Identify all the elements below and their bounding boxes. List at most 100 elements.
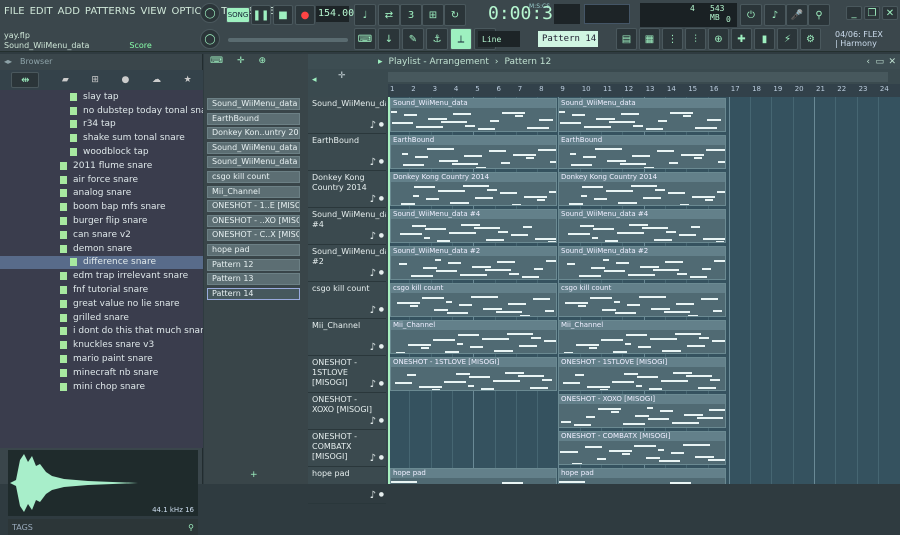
time-display[interactable]: 0:00:33 [488, 3, 564, 24]
browser-item[interactable]: great value no lie snare [0, 297, 203, 311]
plugin-tab-icon[interactable]: ⊞ [91, 75, 99, 85]
menu-file[interactable]: FILE [4, 6, 25, 17]
mute-toggle[interactable]: ● [379, 157, 384, 167]
pencil-icon[interactable]: ✛ [338, 71, 346, 81]
close-icon[interactable]: ✕ [882, 6, 898, 20]
menu-view[interactable]: VIEW [141, 6, 167, 17]
browser-item[interactable]: woodblock tap [0, 145, 203, 159]
pattern-selector[interactable]: Pattern 14 [538, 31, 598, 47]
time-scrollbar[interactable] [388, 72, 888, 82]
browser-item[interactable]: fnf tutorial snare [0, 283, 203, 297]
mute-toggle[interactable]: ● [379, 342, 384, 352]
search-icon[interactable]: ⚲ [188, 523, 194, 532]
pause-icon[interactable]: ❚❚ [251, 5, 271, 25]
track-header[interactable]: csgo kill count ♪ ● [308, 282, 386, 319]
all-files-icon[interactable]: ⇹ [11, 72, 40, 88]
browser-item[interactable]: r34 tap [0, 118, 203, 132]
playlist-window-icon[interactable]: ▤ [616, 28, 637, 50]
playlist-clip[interactable]: EarthBound [390, 135, 557, 169]
menu-patterns[interactable]: PATTERNS [85, 6, 136, 17]
track-header[interactable]: Mii_Channel ♪ ● [308, 319, 386, 356]
browser-item[interactable]: shake sum tonal snare [0, 131, 203, 145]
playlist-clip[interactable]: EarthBound [558, 135, 726, 169]
track-header[interactable]: ONESHOT - XOXO [MISOGI] ♪ ● [308, 393, 386, 430]
playlist-clip[interactable]: hope pad [390, 468, 557, 484]
pattern-item[interactable]: ONESHOT - ..XO [MISOGI] [207, 214, 300, 227]
playlist-clip[interactable]: ONESHOT - 1STLOVE [MISOGI] [390, 357, 557, 391]
add-icon[interactable]: ✛ [237, 56, 245, 66]
pattern-item[interactable]: Pattern 14 [207, 287, 300, 300]
wait-input-icon[interactable]: ⇄ [378, 4, 400, 26]
playlist-close-icon[interactable]: ✕ [888, 57, 896, 67]
browser-item[interactable]: grilled snare [0, 311, 203, 325]
snap-select[interactable]: Line [478, 31, 520, 47]
playlist-clip[interactable]: hope pad [558, 468, 726, 484]
minimize-icon[interactable]: _ [846, 6, 862, 20]
playlist-clip[interactable]: csgo kill count [558, 283, 726, 317]
pattern-item[interactable]: Sound_WiiMenu_data #2 [207, 156, 300, 169]
tempo-display[interactable]: 154.000 [316, 6, 360, 22]
mute-toggle[interactable]: ● [379, 490, 384, 500]
playlist-clip[interactable]: Donkey Kong Country 2014 [390, 172, 557, 206]
track-header[interactable]: Sound_WiiMenu_data ♪● [308, 97, 386, 134]
typing-icon[interactable]: ↓ [378, 28, 400, 50]
browser-item[interactable]: i dont do this that much snare [0, 325, 203, 339]
mute-toggle[interactable]: ● [379, 120, 384, 130]
restore-icon[interactable]: ❐ [864, 6, 880, 20]
playlist-clip[interactable]: Sound_WiiMenu_data #4 [390, 209, 557, 243]
browser-item[interactable]: slay tap [0, 90, 203, 104]
browser-item[interactable]: difference snare [0, 255, 203, 270]
playlist-clip[interactable]: ONESHOT - 1STLOVE [MISOGI] [558, 357, 726, 391]
playlist-minimize-icon[interactable]: ▭ [875, 57, 884, 67]
playlist-clip[interactable]: Sound_WiiMenu_data [558, 98, 726, 132]
folder-tab-icon[interactable]: ▰ [62, 75, 69, 85]
tools-icon[interactable]: ⚙ [800, 28, 821, 50]
power-icon[interactable]: ⏻ [740, 4, 762, 26]
piano-roll-icon[interactable]: ▦ [639, 28, 660, 50]
master-volume-knob[interactable]: ◯ [200, 3, 220, 23]
pattern-item[interactable]: Donkey Kon..untry 2014 [207, 127, 300, 140]
track-header[interactable]: hope pad ♪ ● [308, 467, 386, 504]
blend-notes-icon[interactable]: ⊞ [422, 4, 444, 26]
plugin-picker-icon[interactable]: ⊕ [708, 28, 729, 50]
master-pitch-knob[interactable]: ◯ [200, 29, 220, 49]
mute-toggle[interactable]: ● [379, 453, 384, 463]
playlist-clip[interactable]: Mii_Channel [558, 320, 726, 354]
pattern-item[interactable]: Sound_WiiMenu_data [207, 98, 300, 110]
track-header[interactable]: ONESHOT - 1STLOVE [MISOGI] ♪ ● [308, 356, 386, 393]
pattern-item[interactable]: csgo kill count [207, 171, 300, 183]
mic-icon[interactable]: 🎤 [786, 4, 808, 26]
menu-edit[interactable]: EDIT [30, 6, 53, 17]
pattern-item[interactable]: Sound_WiiMenu_data #4 [207, 141, 300, 154]
loop-record-icon[interactable]: ↻ [444, 4, 466, 26]
pattern-item[interactable]: Mii_Channel [207, 185, 300, 198]
playlist-grid[interactable]: Sound_WiiMenu_data Sound_WiiMenu_data Eart… [388, 97, 900, 484]
browser-item[interactable]: knuckles snare v3 [0, 338, 203, 352]
playlist-clip[interactable]: ONESHOT - COMBATX [MISOGI] [558, 431, 726, 465]
mute-toggle[interactable]: ● [379, 194, 384, 204]
browser-item[interactable]: minecraft nb snare [0, 366, 203, 380]
arrow-icon[interactable]: ◂▸ [4, 57, 12, 66]
pattern-item[interactable]: ONESHOT - C..X [MISOGI] [207, 229, 300, 242]
keyboard-icon[interactable]: ⌨ [210, 56, 223, 66]
mixer-window-icon[interactable]: ⫶ [685, 28, 706, 50]
track-header[interactable]: Sound_WiiMenu_data #2 ♪● [308, 245, 386, 282]
countdown-icon[interactable]: 3 [400, 4, 422, 26]
playlist-clip[interactable]: Donkey Kong Country 2014 [558, 172, 726, 206]
cloud-icon[interactable]: ☁ [152, 75, 161, 85]
audio-icon[interactable]: ⊕ [259, 56, 267, 66]
pattern-item[interactable]: Pattern 12 [207, 258, 300, 271]
playlist-clip[interactable]: Sound_WiiMenu_data #4 [558, 209, 726, 243]
browser-item[interactable]: 2011 flume snare [0, 159, 203, 173]
menu-add[interactable]: ADD [58, 6, 80, 17]
mixer-icon[interactable]: ♪ [764, 4, 786, 26]
mute-toggle[interactable]: ● [379, 379, 384, 389]
mute-toggle[interactable]: ● [379, 231, 384, 241]
pattern-item[interactable]: EarthBound [207, 112, 300, 125]
playlist-clip[interactable]: ONESHOT - XOXO [MISOGI] [558, 394, 726, 428]
pattern-item[interactable]: ONESHOT - 1..E [MISOGI] [207, 200, 300, 213]
browser-item[interactable]: no dubstep today tonal snare [0, 104, 203, 118]
metronome-icon[interactable]: ♩ [354, 4, 376, 26]
record-icon[interactable]: ● [295, 5, 315, 25]
globe-icon[interactable]: ● [122, 75, 130, 85]
